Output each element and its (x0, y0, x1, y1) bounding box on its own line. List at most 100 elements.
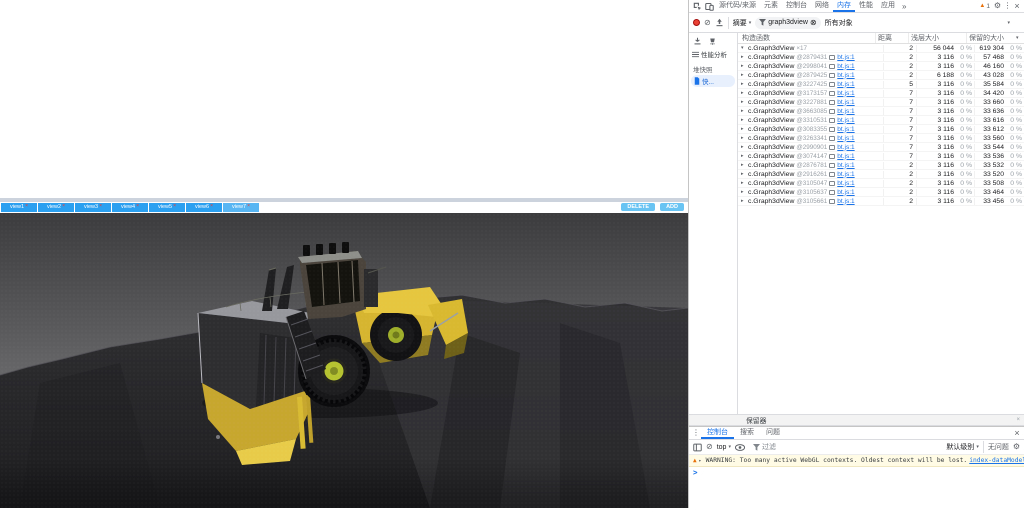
expand-caret-icon[interactable]: ▸ (741, 198, 746, 204)
devtools-tab-源代码/来源[interactable]: 源代码/来源 (715, 0, 760, 12)
heap-object-row[interactable]: ▸ c.Graph3dView @3083355 bt.js:1 7 3 116… (738, 125, 1024, 134)
save-profile-icon[interactable] (693, 37, 702, 46)
source-link[interactable]: bt.js:1 (837, 144, 854, 151)
reveal-object-icon[interactable] (829, 55, 835, 60)
tab-close-icon[interactable]: × (99, 204, 102, 209)
source-link[interactable]: bt.js:1 (837, 162, 854, 169)
reveal-object-icon[interactable] (829, 82, 835, 87)
devtools-tab-网络[interactable]: 网络 (811, 0, 833, 12)
source-link[interactable]: bt.js:1 (837, 99, 854, 106)
expand-caret-icon[interactable]: ▸ (741, 162, 746, 168)
tab-close-icon[interactable]: × (247, 204, 250, 209)
webgl-3d-viewport[interactable] (0, 213, 688, 508)
drawer-tab-搜索[interactable]: 搜索 (734, 427, 760, 439)
expand-caret-icon[interactable]: ▸ (741, 108, 746, 114)
source-link[interactable]: bt.js:1 (837, 54, 854, 61)
tab-close-icon[interactable]: × (210, 204, 213, 209)
view-tab[interactable]: view5× (149, 203, 185, 212)
delete-profile-icon[interactable] (708, 37, 717, 46)
reveal-object-icon[interactable] (829, 73, 835, 78)
drawer-kebab-icon[interactable]: ⋮ (691, 427, 701, 439)
devtools-tab-性能[interactable]: 性能 (855, 0, 877, 12)
expand-caret-icon[interactable]: ▸ (741, 153, 746, 159)
eye-icon[interactable] (735, 444, 745, 451)
expand-caret-icon[interactable]: ▸ (741, 180, 746, 186)
context-select[interactable]: top▾ (717, 444, 731, 451)
expand-caret-icon[interactable]: ▸ (741, 72, 746, 78)
source-link[interactable]: bt.js:1 (837, 180, 854, 187)
reveal-object-icon[interactable] (829, 118, 835, 123)
retainers-close-icon[interactable]: × (1016, 417, 1020, 423)
heap-object-row[interactable]: ▸ c.Graph3dView @3173157 bt.js:1 7 3 116… (738, 89, 1024, 98)
record-heap-snapshot-button[interactable] (693, 19, 700, 26)
drawer-tab-控制台[interactable]: 控制台 (701, 427, 734, 439)
reveal-object-icon[interactable] (829, 163, 835, 168)
devtools-tab-控制台[interactable]: 控制台 (782, 0, 811, 12)
expand-caret-icon[interactable]: ▸ (741, 171, 746, 177)
reveal-object-icon[interactable] (829, 145, 835, 150)
expand-caret-icon[interactable]: ▸ (741, 117, 746, 123)
reveal-object-icon[interactable] (829, 172, 835, 177)
clear-profiles-icon[interactable]: ⊘ (704, 19, 711, 27)
objects-scope-select[interactable]: 所有对象 (825, 18, 853, 28)
sidebar-item-profiles[interactable]: 性能分析 (689, 48, 737, 60)
expand-caret-icon[interactable]: ▸ (741, 63, 746, 69)
class-filter-input[interactable]: graph3dview ⊗ (755, 17, 820, 29)
view-tab[interactable]: view6× (186, 203, 222, 212)
tab-close-icon[interactable]: × (62, 204, 65, 209)
devtools-tab-内存[interactable]: 内存 (833, 0, 855, 12)
delete-button[interactable]: DELETE (621, 203, 655, 211)
reveal-object-icon[interactable] (829, 64, 835, 69)
reveal-object-icon[interactable] (829, 199, 835, 204)
retainers-section-bar[interactable]: 保留器 × (689, 414, 1024, 426)
clear-console-icon[interactable]: ⊘ (706, 443, 713, 451)
column-distance[interactable]: 距离 (875, 33, 908, 43)
reveal-object-icon[interactable] (829, 100, 835, 105)
clear-filter-icon[interactable]: ⊗ (810, 18, 817, 27)
source-link[interactable]: bt.js:1 (837, 63, 854, 70)
source-link[interactable]: bt.js:1 (837, 108, 854, 115)
console-prompt-row[interactable]: > (689, 467, 1024, 478)
close-devtools-icon[interactable]: × (1012, 0, 1022, 12)
heap-object-row[interactable]: ▸ c.Graph3dView @2998041 bt.js:1 2 3 116… (738, 62, 1024, 71)
node-filter-select[interactable]: ▾ (946, 20, 1010, 26)
tab-close-icon[interactable]: × (136, 204, 139, 209)
view-tab[interactable]: view4× (112, 203, 148, 212)
source-link[interactable]: bt.js:1 (837, 126, 854, 133)
column-constructor[interactable]: 构造函数 (738, 33, 875, 43)
source-link[interactable]: bt.js:1 (837, 135, 854, 142)
heap-object-row[interactable]: ▸ c.Graph3dView @3227881 bt.js:1 7 3 116… (738, 98, 1024, 107)
heap-object-row[interactable]: ▸ c.Graph3dView @2990901 bt.js:1 7 3 116… (738, 143, 1024, 152)
console-settings-gear-icon[interactable]: ⚙ (1013, 443, 1020, 451)
kebab-menu-icon[interactable]: ⋮ (1003, 0, 1012, 12)
expand-caret-icon[interactable]: ▸ (741, 81, 746, 87)
more-tabs-button[interactable]: » (899, 0, 909, 12)
perspective-select[interactable]: 摘要▾ (733, 18, 752, 28)
view-tab[interactable]: view3× (75, 203, 111, 212)
reveal-object-icon[interactable] (829, 109, 835, 114)
heap-object-row[interactable]: ▸ c.Graph3dView @2876781 bt.js:1 2 3 116… (738, 161, 1024, 170)
reveal-object-icon[interactable] (829, 181, 835, 186)
close-drawer-icon[interactable]: × (1012, 427, 1022, 439)
reveal-object-icon[interactable] (829, 136, 835, 141)
heap-object-row[interactable]: ▸ c.Graph3dView @2916261 bt.js:1 2 3 116… (738, 170, 1024, 179)
settings-gear-icon[interactable]: ⚙ (992, 0, 1003, 12)
devtools-tab-应用[interactable]: 应用 (877, 0, 899, 12)
inspect-element-icon[interactable] (691, 0, 703, 12)
heap-object-row[interactable]: ▸ c.Graph3dView @3105047 bt.js:1 2 3 116… (738, 179, 1024, 188)
drawer-tab-问题[interactable]: 问题 (760, 427, 786, 439)
expand-caret-icon[interactable]: ▸ (741, 189, 746, 195)
source-link[interactable]: bt.js:1 (837, 117, 854, 124)
heap-object-row[interactable]: ▸ c.Graph3dView @3105637 bt.js:1 2 3 116… (738, 188, 1024, 197)
heap-object-row[interactable]: ▸ c.Graph3dView @3263341 bt.js:1 7 3 116… (738, 134, 1024, 143)
device-toolbar-icon[interactable] (703, 0, 715, 12)
warning-count-badge[interactable]: ▲ 1 (977, 0, 992, 12)
column-retained-size[interactable]: 保留的大小 (966, 33, 1016, 43)
heap-table-header[interactable]: 构造函数 距离 浅层大小 保留的大小 ▾ (738, 33, 1024, 44)
heap-object-row[interactable]: ▸ c.Graph3dView @2879425 bt.js:1 2 6 188… (738, 71, 1024, 80)
expand-message-caret-icon[interactable]: ▸ (699, 458, 704, 464)
heap-object-row[interactable]: ▸ c.Graph3dView @3227425 bt.js:1 5 3 116… (738, 80, 1024, 89)
expand-caret-icon[interactable]: ▸ (741, 126, 746, 132)
source-link[interactable]: bt.js:1 (837, 72, 854, 79)
console-filter-input[interactable]: 过滤 (749, 442, 869, 453)
